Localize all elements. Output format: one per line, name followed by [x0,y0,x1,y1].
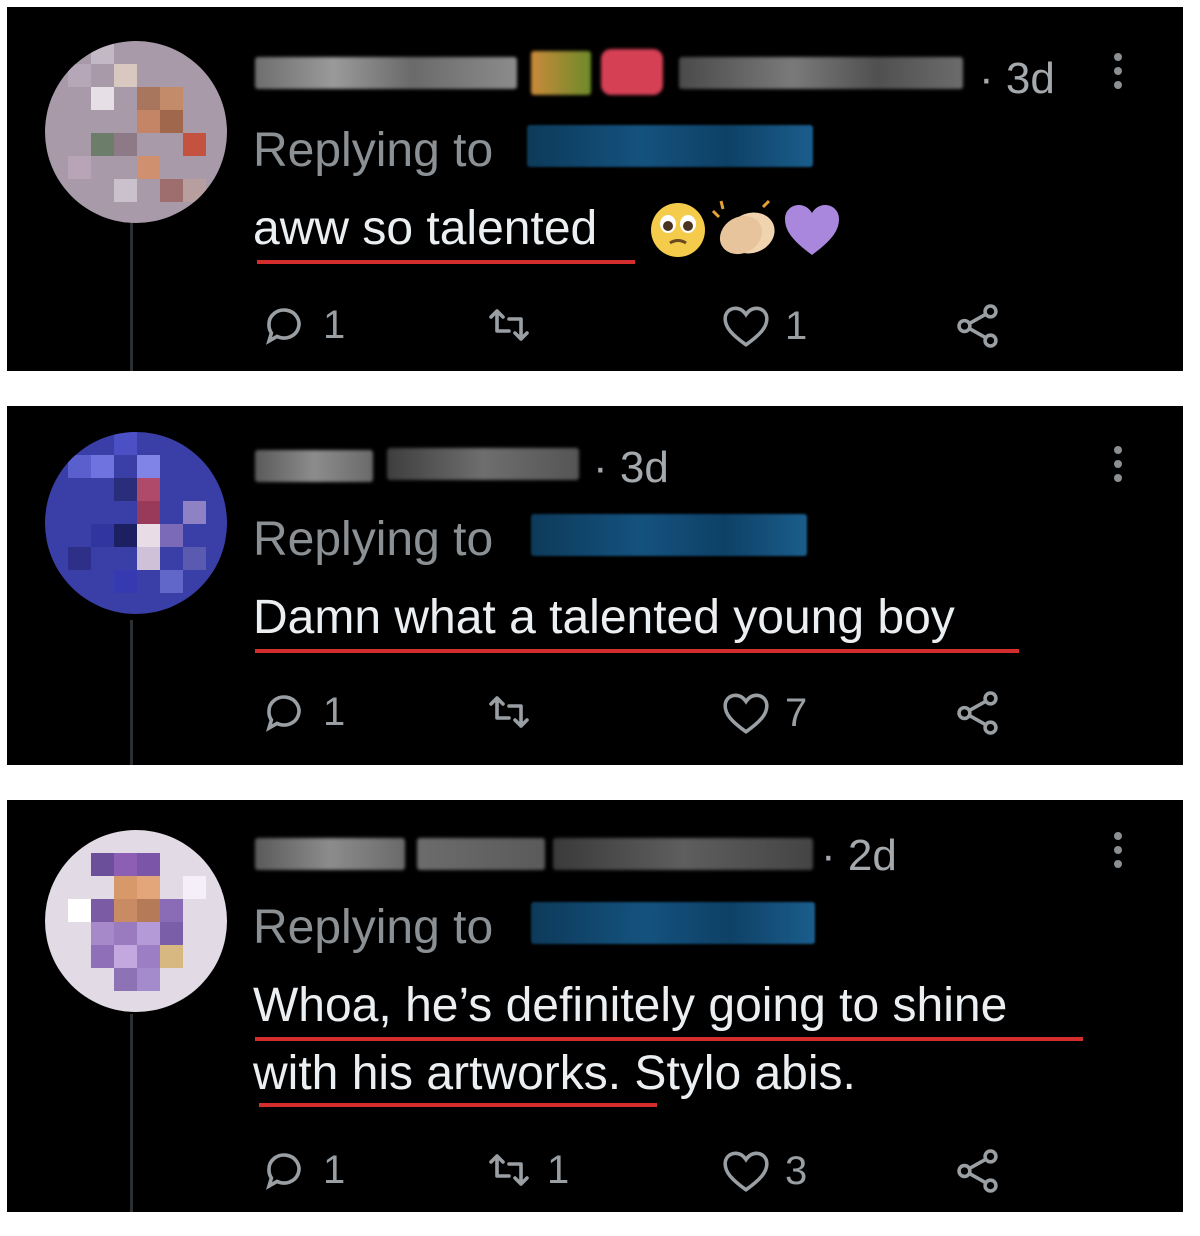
display-name-redacted[interactable] [255,57,517,89]
reply-button[interactable]: 1 [261,688,345,736]
reply-text: Damn what a talented young boy [253,591,955,644]
reply-text-line-1: Whoa, he’s definitely going to shine [253,979,1008,1032]
retweet-button[interactable]: 1 [485,1148,569,1192]
more-options-icon[interactable] [1114,446,1122,488]
reply-icon [265,695,301,732]
thread-line [130,620,133,765]
replying-to-handle-redacted[interactable] [527,125,813,167]
like-button[interactable]: 3 [721,1148,807,1194]
reply-button[interactable]: 1 [261,1146,345,1194]
share-icon [957,1149,998,1193]
reply-count: 1 [323,303,346,347]
share-button[interactable] [953,301,1003,351]
avatar[interactable] [45,830,227,1012]
retweet-icon [489,309,529,341]
like-button[interactable]: 1 [721,303,807,349]
replying-to-handle-redacted[interactable] [531,514,807,556]
reply-button[interactable]: 1 [261,301,345,349]
display-name-redacted[interactable] [417,838,545,870]
text-underline [255,1037,1083,1041]
reply-count: 1 [323,1148,346,1192]
text-underline [255,649,1019,653]
avatar[interactable] [45,432,227,614]
like-icon [723,693,769,734]
reply-card-3[interactable]: · 2d Replying to Whoa, he’s definitely g… [7,800,1183,1212]
share-button[interactable] [953,688,1003,738]
display-name-redacted[interactable] [255,838,405,870]
more-options-icon[interactable] [1114,53,1122,95]
timestamp: · 3d [979,54,1055,103]
more-options-icon[interactable] [1114,832,1122,874]
like-button[interactable]: 7 [721,690,807,736]
clapping-hands-emoji [711,199,775,255]
reply-text: aww so talented [253,202,598,255]
share-button[interactable] [953,1146,1003,1196]
thread-line [130,1014,133,1212]
name-emoji-redacted [601,49,663,95]
reply-count: 1 [323,690,346,734]
like-count: 7 [785,691,808,735]
replying-to-label: Replying to [253,513,494,566]
reply-icon [265,308,301,345]
like-count: 3 [785,1149,808,1193]
reply-card-1[interactable]: · 3d Replying to aww so talented 1 1 [7,7,1183,371]
retweet-icon [489,696,529,728]
timestamp: · 3d [593,443,669,492]
reply-card-2[interactable]: · 3d Replying to Damn what a talented yo… [7,406,1183,765]
thread-line [130,221,133,371]
like-count: 1 [785,304,808,348]
username-redacted[interactable] [553,838,813,870]
timestamp: · 2d [821,831,897,880]
username-redacted[interactable] [679,57,963,89]
replying-to-label: Replying to [253,901,494,954]
avatar[interactable] [45,41,227,223]
display-name-redacted[interactable] [255,450,373,482]
share-icon [957,691,998,735]
reply-icon [265,1153,301,1190]
reply-text-line-2: with his artworks. Stylo abis. [253,1047,856,1100]
share-icon [957,304,998,348]
like-icon [723,1151,769,1192]
retweet-icon [489,1154,529,1186]
purple-heart-emoji [785,205,839,255]
pleading-face-emoji [651,203,705,257]
like-icon [723,306,769,347]
text-underline [257,260,635,264]
retweet-count: 1 [547,1148,570,1192]
text-underline [259,1103,657,1107]
retweet-button[interactable] [485,303,547,347]
replying-to-handle-redacted[interactable] [531,902,815,944]
name-emoji-redacted [531,51,591,95]
username-redacted[interactable] [387,448,579,480]
retweet-button[interactable] [485,690,547,734]
replying-to-label: Replying to [253,124,494,177]
